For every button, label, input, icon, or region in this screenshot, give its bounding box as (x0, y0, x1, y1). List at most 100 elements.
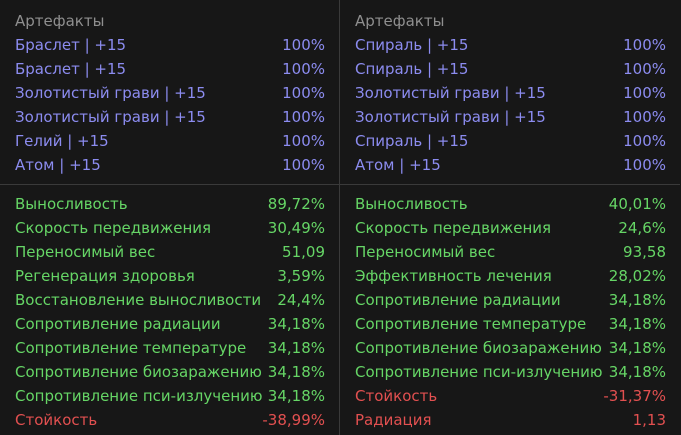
stat-value: 34,18% (608, 363, 666, 381)
stat-row: Сопротивление пси-излучению 34,18% (15, 385, 325, 407)
stat-value: -31,37% (603, 387, 666, 405)
artifact-name: Золотистый грави | +15 (355, 84, 546, 102)
stat-value: 24,6% (618, 219, 666, 237)
artifact-row: Гелий | +15 100% (15, 130, 325, 152)
stat-name: Стойкость (15, 411, 98, 429)
stat-value: 89,72% (267, 195, 325, 213)
stat-row: Сопротивление температуре 34,18% (15, 337, 325, 359)
artifact-percent: 100% (282, 108, 325, 126)
artifact-percent: 100% (623, 60, 666, 78)
stat-name: Скорость передвижения (15, 219, 212, 237)
artifact-row: Золотистый грави | +15 100% (15, 82, 325, 104)
stat-row: Регенерация здоровья 3,59% (15, 265, 325, 287)
stat-row: Выносливость 89,72% (15, 193, 325, 215)
stat-row: Стойкость -31,37% (355, 385, 666, 407)
left-build-panel: Артефакты Браслет | +15 100% Браслет | +15… (0, 0, 340, 435)
artifact-name: Золотистый грави | +15 (15, 108, 206, 126)
artifact-percent: 100% (282, 36, 325, 54)
stat-row: Стойкость -38,99% (15, 409, 325, 431)
stat-name: Сопротивление радиации (15, 315, 221, 333)
stat-value: 93,58 (623, 243, 666, 261)
artifact-name: Гелий | +15 (15, 132, 109, 150)
stat-name: Восстановление выносливости (15, 291, 262, 309)
artifacts-heading: Артефакты (355, 12, 445, 30)
section-divider (0, 184, 339, 185)
stat-value: 34,18% (608, 315, 666, 333)
stat-row: Переносимый вес 51,09 (15, 241, 325, 263)
artifact-name: Браслет | +15 (15, 60, 127, 78)
stat-row: Радиация 1,13 (355, 409, 666, 431)
build-comparison: Артефакты Браслет | +15 100% Браслет | +15… (0, 0, 681, 435)
artifact-percent: 100% (282, 156, 325, 174)
stat-row: Выносливость 40,01% (355, 193, 666, 215)
artifact-percent: 100% (623, 132, 666, 150)
artifact-percent: 100% (282, 60, 325, 78)
stat-value: 34,18% (608, 291, 666, 309)
stat-value: -38,99% (262, 411, 325, 429)
artifact-name: Спираль | +15 (355, 132, 469, 150)
stat-value: 30,49% (267, 219, 325, 237)
artifact-name: Спираль | +15 (355, 36, 469, 54)
stat-name: Сопротивление температуре (15, 339, 247, 357)
stat-value: 34,18% (608, 339, 666, 357)
artifact-name: Золотистый грави | +15 (15, 84, 206, 102)
stat-name: Стойкость (355, 387, 438, 405)
artifact-row: Браслет | +15 100% (15, 34, 325, 56)
stat-row: Сопротивление пси-излучению 34,18% (355, 361, 666, 383)
stat-name: Сопротивление температуре (355, 315, 587, 333)
section-divider (340, 184, 680, 185)
stat-value: 34,18% (267, 363, 325, 381)
stat-name: Переносимый вес (355, 243, 496, 261)
stat-value: 34,18% (267, 387, 325, 405)
artifact-row: Золотистый грави | +15 100% (355, 106, 666, 128)
stat-value: 34,18% (267, 315, 325, 333)
artifact-row: Спираль | +15 100% (355, 130, 666, 152)
artifact-percent: 100% (623, 84, 666, 102)
stat-name: Сопротивление пси-излучению (355, 363, 603, 381)
artifact-percent: 100% (623, 36, 666, 54)
artifact-row: Спираль | +15 100% (355, 58, 666, 80)
stat-row: Переносимый вес 93,58 (355, 241, 666, 263)
artifact-row: Золотистый грави | +15 100% (15, 106, 325, 128)
stat-name: Выносливость (15, 195, 128, 213)
stat-value: 1,13 (632, 411, 666, 429)
artifact-row: Браслет | +15 100% (15, 58, 325, 80)
stat-name: Сопротивление радиации (355, 291, 561, 309)
stat-value: 40,01% (608, 195, 666, 213)
stat-row: Скорость передвижения 30,49% (15, 217, 325, 239)
stat-value: 51,09 (282, 243, 325, 261)
stat-row: Сопротивление температуре 34,18% (355, 313, 666, 335)
stat-name: Эффективность лечения (355, 267, 552, 285)
stat-value: 3,59% (277, 267, 325, 285)
right-build-panel: Артефакты Спираль | +15 100% Спираль | +15… (340, 0, 680, 435)
artifact-percent: 100% (282, 132, 325, 150)
artifact-name: Золотистый грави | +15 (355, 108, 546, 126)
stat-name: Переносимый вес (15, 243, 156, 261)
artifact-percent: 100% (282, 84, 325, 102)
stat-name: Сопротивление биозаражению (15, 363, 262, 381)
artifact-row: Атом | +15 100% (355, 154, 666, 176)
artifact-name: Спираль | +15 (355, 60, 469, 78)
stat-row: Сопротивление радиации 34,18% (15, 313, 325, 335)
stat-value: 24,4% (277, 291, 325, 309)
artifact-name: Атом | +15 (355, 156, 441, 174)
artifact-percent: 100% (623, 156, 666, 174)
stat-value: 34,18% (267, 339, 325, 357)
stat-row: Сопротивление биозаражению 34,18% (15, 361, 325, 383)
stat-name: Радиация (355, 411, 432, 429)
stat-name: Регенерация здоровья (15, 267, 195, 285)
stat-row: Скорость передвижения 24,6% (355, 217, 666, 239)
artifacts-heading: Артефакты (15, 12, 105, 30)
stat-name: Скорость передвижения (355, 219, 552, 237)
artifact-name: Атом | +15 (15, 156, 101, 174)
stat-name: Сопротивление пси-излучению (15, 387, 263, 405)
stat-row: Сопротивление биозаражению 34,18% (355, 337, 666, 359)
artifact-row: Спираль | +15 100% (355, 34, 666, 56)
stat-name: Сопротивление биозаражению (355, 339, 602, 357)
artifact-percent: 100% (623, 108, 666, 126)
stat-row: Сопротивление радиации 34,18% (355, 289, 666, 311)
stat-value: 28,02% (608, 267, 666, 285)
artifact-row: Золотистый грави | +15 100% (355, 82, 666, 104)
artifact-name: Браслет | +15 (15, 36, 127, 54)
stat-row: Эффективность лечения 28,02% (355, 265, 666, 287)
